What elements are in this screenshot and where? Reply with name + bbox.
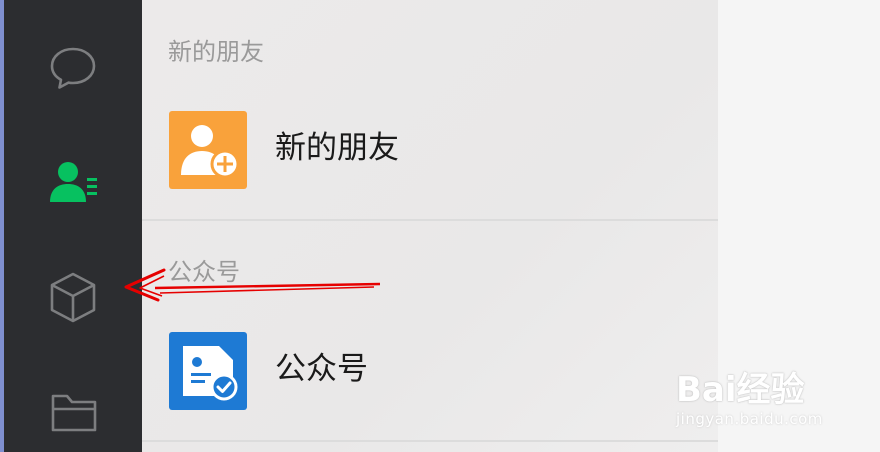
watermark-url: jingyan.baidu.com [676, 410, 823, 428]
watermark: Bai经验 jingyan.baidu.com [676, 356, 876, 436]
watermark-brand: Bai经验 [676, 370, 805, 410]
